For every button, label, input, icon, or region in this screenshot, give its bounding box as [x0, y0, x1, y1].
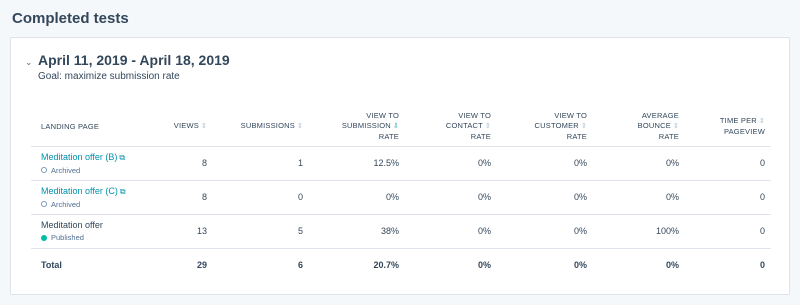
sort-arrows-icon[interactable]: ⇕ [201, 123, 207, 130]
status-label: Archived [41, 166, 145, 175]
results-table: LANDING PAGE VIEWS ⇕ SUBMISSIONS ⇕ VIEW TO… [31, 108, 771, 282]
time-per-pageview-cell: 0 [685, 146, 771, 181]
chevron-down-icon[interactable]: ⌄ [25, 57, 35, 67]
views-cell: 8 [151, 180, 213, 215]
contact-rate-cell: 0% [405, 146, 497, 181]
landing-page-cell: Meditation offer (C) ⧉ Archived [31, 180, 151, 215]
views-cell: 13 [151, 214, 213, 249]
col-header-landing-page: LANDING PAGE [31, 108, 151, 147]
sort-arrows-icon[interactable]: ⇕ [297, 123, 303, 130]
table-header-row: LANDING PAGE VIEWS ⇕ SUBMISSIONS ⇕ VIEW TO… [31, 108, 771, 147]
sort-arrows-icon[interactable]: ⇕ [485, 123, 491, 130]
total-contact-rate: 0% [477, 260, 491, 271]
landing-page-link[interactable]: Meditation offer (B) [41, 152, 117, 162]
contact-rate-cell: 0% [405, 180, 497, 215]
time-per-pageview-cell: 0 [685, 180, 771, 215]
page-title: Completed tests [12, 10, 129, 27]
status-label: Archived [41, 200, 145, 209]
external-link-icon[interactable]: ⧉ [119, 153, 125, 162]
external-link-icon[interactable]: ⧉ [120, 187, 126, 196]
landing-page-cell: Meditation offer Published [31, 214, 151, 249]
col-header-time-per-pageview[interactable]: TIME PER ⇕ PAGEVIEW [685, 108, 771, 147]
total-views: 29 [196, 260, 207, 271]
test-card: ⌄ April 11, 2019 - April 18, 2019 Goal: … [10, 37, 790, 295]
total-label: Total [41, 260, 62, 271]
sort-arrows-icon[interactable]: ⇕ [759, 118, 765, 125]
total-customer-rate: 0% [573, 260, 587, 271]
table-row: Meditation offer (B) ⧉ Archived 8 1 12.5%… [31, 146, 771, 181]
col-header-submission-rate[interactable]: VIEW TO SUBMISSION ⇩ RATE [309, 108, 405, 147]
col-header-views[interactable]: VIEWS ⇕ [151, 108, 213, 147]
submission-rate-cell: 38% [309, 214, 405, 249]
bounce-rate-cell: 0% [593, 146, 685, 181]
customer-rate-cell: 0% [497, 180, 593, 215]
archived-dot-icon [41, 167, 47, 173]
col-header-submissions[interactable]: SUBMISSIONS ⇕ [213, 108, 309, 147]
bounce-rate-cell: 0% [593, 180, 685, 215]
test-date-range: April 11, 2019 - April 18, 2019 [38, 52, 230, 68]
submission-rate-cell: 12.5% [309, 146, 405, 181]
contact-rate-cell: 0% [405, 214, 497, 249]
submissions-cell: 1 [213, 146, 309, 181]
test-goal: Goal: maximize submission rate [38, 71, 180, 82]
total-row: Total 29 6 20.7% 0% 0% 0% 0 [31, 248, 771, 282]
col-header-contact-rate[interactable]: VIEW TO CONTACT ⇕ RATE [405, 108, 497, 147]
total-bounce-rate: 0% [665, 260, 679, 271]
status-label: Published [41, 233, 145, 242]
published-dot-icon [41, 234, 47, 241]
total-submission-rate: 20.7% [373, 260, 399, 271]
total-time-per-pageview: 0 [759, 260, 765, 271]
sort-arrows-icon[interactable]: ⇕ [673, 123, 679, 130]
archived-dot-icon [41, 201, 47, 207]
submission-rate-cell: 0% [309, 180, 405, 215]
time-per-pageview-cell: 0 [685, 214, 771, 249]
sort-arrows-icon[interactable]: ⇕ [581, 123, 587, 130]
submissions-cell: 5 [213, 214, 309, 249]
views-cell: 8 [151, 146, 213, 181]
landing-page-link[interactable]: Meditation offer (C) [41, 186, 118, 196]
table-row: Meditation offer Published 13 5 38% 0% 0… [31, 214, 771, 249]
bounce-rate-cell: 100% [593, 214, 685, 249]
customer-rate-cell: 0% [497, 146, 593, 181]
landing-page-cell: Meditation offer (B) ⧉ Archived [31, 146, 151, 181]
submissions-cell: 0 [213, 180, 309, 215]
col-header-bounce-rate[interactable]: AVERAGE BOUNCE ⇕ RATE [593, 108, 685, 147]
landing-page-name: Meditation offer [41, 220, 103, 230]
sort-desc-icon[interactable]: ⇩ [393, 123, 399, 130]
total-submissions: 6 [297, 260, 303, 271]
table-row: Meditation offer (C) ⧉ Archived 8 0 0% 0%… [31, 180, 771, 215]
col-header-customer-rate[interactable]: VIEW TO CUSTOMER ⇕ RATE [497, 108, 593, 147]
customer-rate-cell: 0% [497, 214, 593, 249]
